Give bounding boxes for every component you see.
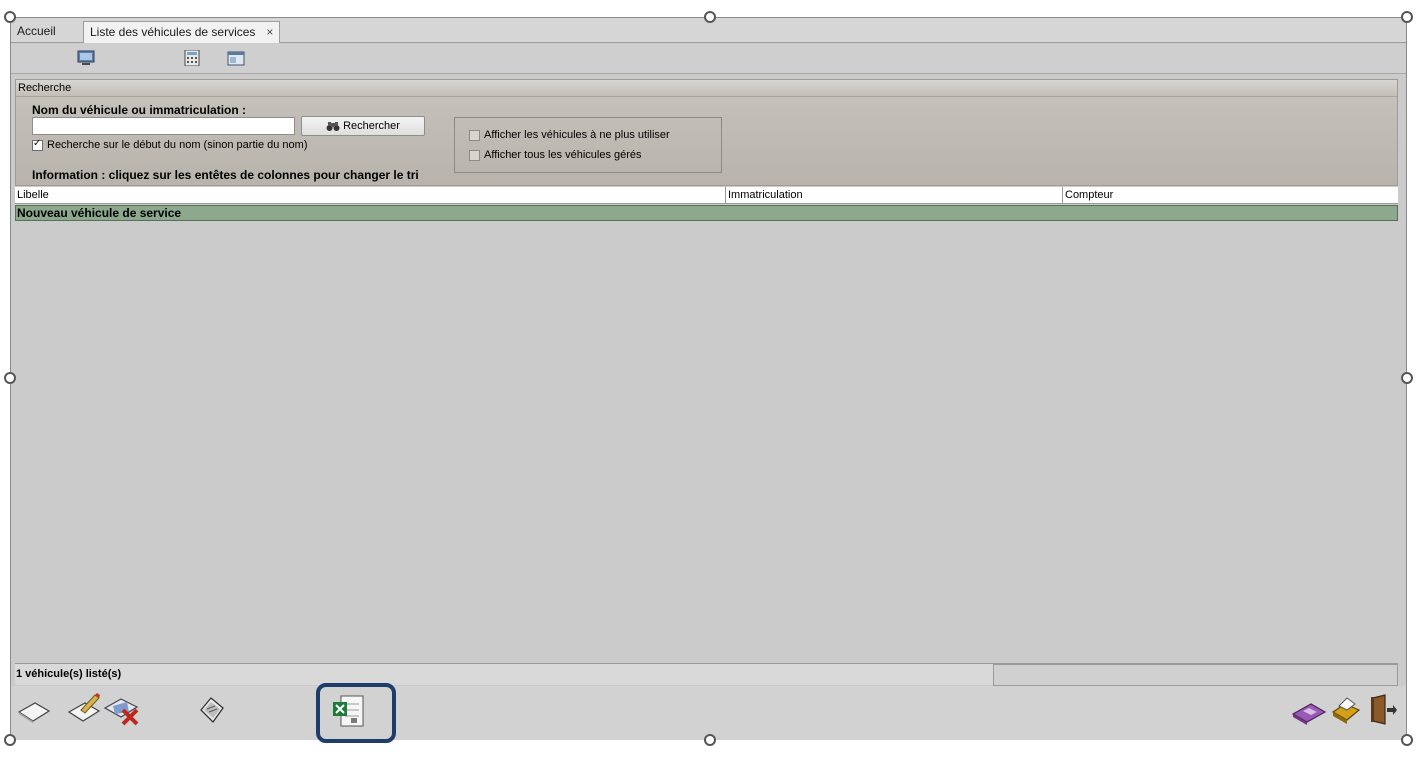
excel-export-highlight: [316, 683, 396, 743]
search-button-label: Rechercher: [343, 120, 400, 132]
column-header-immatriculation[interactable]: Immatriculation: [726, 187, 1063, 204]
screen-icon[interactable]: [77, 50, 95, 66]
sort-info-text: Information : cliquez sur les entêtes de…: [32, 168, 419, 182]
new-document-icon[interactable]: [17, 700, 51, 724]
show-retired-vehicles-option[interactable]: Afficher les véhicules à ne plus utilise…: [469, 129, 670, 141]
app-window: Accueil Liste des véhicules de services …: [10, 17, 1407, 740]
status-progress-panel: [993, 664, 1398, 686]
vehicle-name-label: Nom du véhicule ou immatriculation :: [32, 103, 247, 117]
resize-handle-top-right[interactable]: [1401, 11, 1413, 23]
search-panel: Recherche Nom du véhicule ou immatricula…: [15, 79, 1398, 186]
table-row[interactable]: Nouveau véhicule de service: [15, 205, 1398, 221]
display-options-group: Afficher les véhicules à ne plus utilise…: [454, 117, 722, 173]
show-retired-vehicles-checkbox[interactable]: [469, 129, 480, 141]
bottom-toolbar: [11, 686, 1406, 740]
column-header-libelle[interactable]: Libelle: [15, 187, 726, 204]
search-button[interactable]: Rechercher: [301, 116, 425, 136]
resize-handle-middle-left[interactable]: [4, 372, 16, 384]
binoculars-icon: [326, 121, 340, 131]
search-input[interactable]: [32, 117, 295, 135]
tab-close-icon[interactable]: ×: [266, 22, 273, 42]
start-of-name-option[interactable]: Recherche sur le début du nom (sinon par…: [32, 138, 308, 151]
delete-document-icon[interactable]: [103, 692, 143, 726]
purple-card-icon[interactable]: [1291, 700, 1327, 726]
show-all-vehicles-checkbox[interactable]: [469, 149, 480, 161]
resize-handle-middle-right[interactable]: [1401, 372, 1413, 384]
top-toolbar: [11, 44, 1406, 74]
column-header-compteur[interactable]: Compteur: [1063, 187, 1398, 204]
resize-handle-bottom-right[interactable]: [1401, 734, 1413, 746]
row-libelle-cell: Nouveau véhicule de service: [17, 206, 182, 220]
tab-vehicle-list[interactable]: Liste des véhicules de services ×: [83, 21, 281, 43]
calculator-icon[interactable]: [183, 50, 201, 66]
start-of-name-label: Recherche sur le début du nom (sinon par…: [47, 139, 308, 151]
window-icon[interactable]: [227, 50, 245, 66]
printer-icon[interactable]: [1329, 696, 1363, 726]
vehicle-grid: Libelle Immatriculation Compteur Nouveau…: [15, 187, 1398, 662]
print-preview-icon[interactable]: [195, 694, 227, 726]
resize-handle-bottom-center[interactable]: [704, 734, 716, 746]
tab-home[interactable]: Accueil: [11, 21, 62, 43]
show-all-vehicles-option[interactable]: Afficher tous les véhicules gérés: [469, 149, 642, 161]
vehicle-count-text: 1 véhicule(s) listé(s): [16, 668, 122, 680]
resize-handle-top-left[interactable]: [4, 11, 16, 23]
search-panel-header: Recherche: [16, 80, 1397, 97]
show-retired-vehicles-label: Afficher les véhicules à ne plus utilise…: [484, 129, 670, 141]
resize-handle-bottom-left[interactable]: [4, 734, 16, 746]
resize-handle-top-center[interactable]: [704, 11, 716, 23]
status-bar: 1 véhicule(s) listé(s): [15, 663, 1398, 686]
show-all-vehicles-label: Afficher tous les véhicules gérés: [484, 149, 642, 161]
edit-document-icon[interactable]: [67, 692, 103, 724]
tab-vehicle-list-label: Liste des véhicules de services: [90, 25, 256, 39]
start-of-name-checkbox[interactable]: [32, 138, 43, 151]
grid-header: Libelle Immatriculation Compteur: [15, 187, 1398, 204]
exit-door-icon[interactable]: [1367, 694, 1397, 726]
